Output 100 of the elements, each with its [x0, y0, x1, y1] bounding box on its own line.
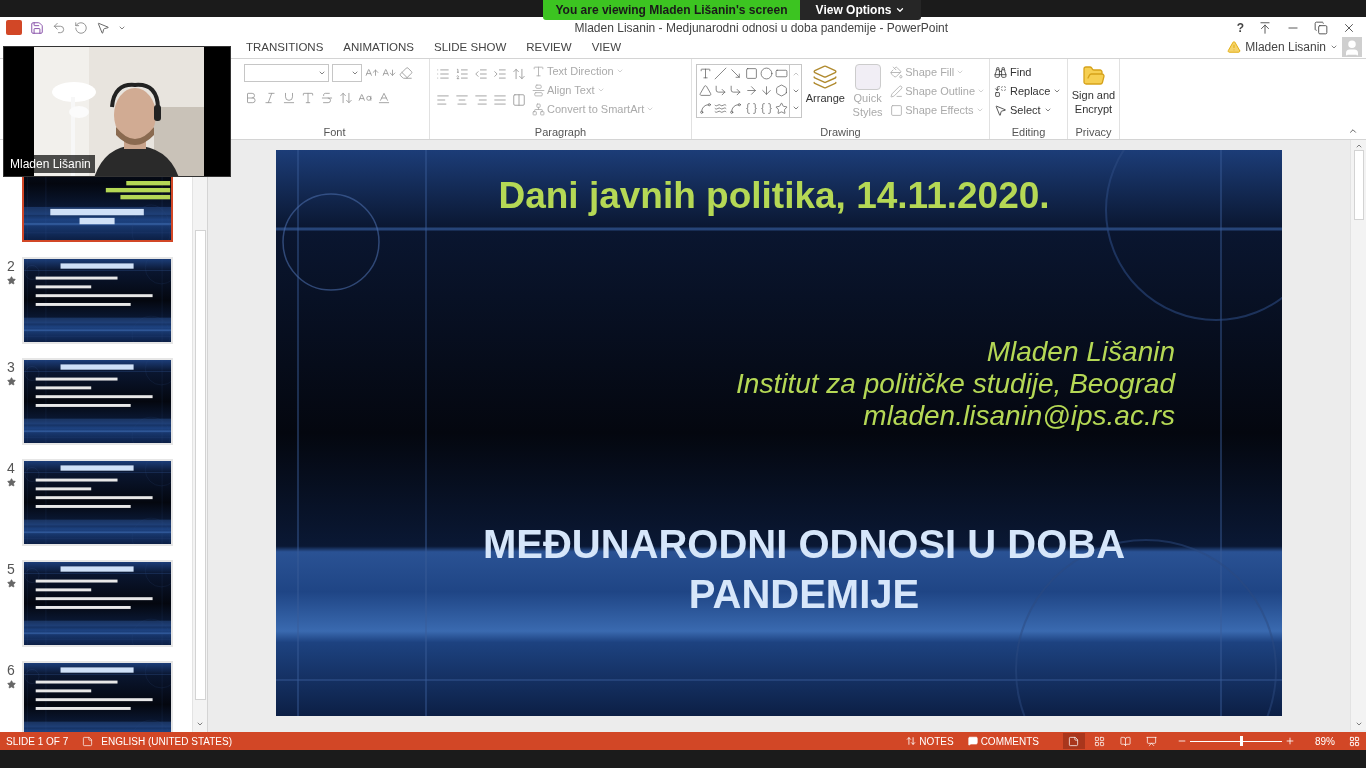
numbering-icon[interactable] [455, 67, 469, 81]
freeform-icon[interactable] [699, 101, 712, 115]
right-arrow-icon[interactable] [744, 84, 758, 98]
help-button[interactable]: ? [1236, 20, 1244, 35]
align-right-icon[interactable] [474, 93, 488, 107]
comments-button[interactable]: COMMENTS [967, 733, 1039, 749]
scroll-down-icon[interactable] [791, 87, 800, 95]
zoom-thumb[interactable] [1239, 736, 1243, 746]
bullets-icon[interactable] [436, 67, 450, 81]
group-label: Editing [1010, 125, 1047, 139]
line-spacing-icon[interactable] [512, 67, 526, 81]
caret-icon [1053, 87, 1062, 95]
ribbon-tab[interactable]: REVIEW [516, 38, 582, 58]
account-name[interactable]: Mladen Lisanin [1245, 38, 1326, 56]
slide-indicator: SLIDE 1 OF 7 [6, 734, 69, 749]
clear-formatting-icon[interactable] [399, 66, 413, 80]
ribbon-command[interactable]: Find [994, 64, 1063, 80]
align-text-icon [532, 83, 545, 97]
elbow-connector-icon[interactable] [714, 84, 728, 98]
slide-number: 6 [7, 662, 15, 678]
view-options-button[interactable]: View Options [800, 0, 921, 20]
braces-icon[interactable] [744, 101, 758, 115]
curve-icon[interactable] [714, 101, 728, 115]
justify-icon[interactable] [493, 93, 507, 107]
shadow-icon[interactable] [301, 91, 315, 105]
elbow-arrow-icon[interactable] [729, 84, 743, 98]
layers-icon [812, 64, 839, 90]
bold-icon[interactable] [244, 91, 258, 105]
binoculars-icon [994, 65, 1007, 79]
caret-icon [318, 69, 326, 77]
scroll-thumb[interactable] [194, 230, 206, 700]
caret-icon [351, 69, 359, 77]
scroll-down-icon[interactable] [1354, 720, 1363, 728]
rounded-rectangle-icon[interactable] [775, 67, 789, 80]
text-box-icon[interactable] [699, 67, 712, 80]
caret-icon [615, 67, 624, 75]
underline-icon[interactable] [282, 91, 296, 105]
increase-indent-icon[interactable] [493, 67, 507, 81]
ribbon-command[interactable]: Replace [994, 83, 1063, 99]
notes-icon [906, 736, 917, 746]
ribbon-tab[interactable]: SLIDE SHOW [424, 38, 517, 58]
arrow-line-icon[interactable] [729, 67, 743, 80]
zoom-slider[interactable] [1190, 736, 1282, 746]
oval-icon[interactable] [759, 67, 773, 80]
font-size-field[interactable] [332, 64, 362, 82]
paint-bucket-icon [890, 65, 904, 79]
slide-number: 3 [7, 359, 15, 375]
star-icon[interactable] [775, 101, 789, 115]
italic-icon[interactable] [263, 91, 277, 105]
language-label[interactable]: ENGLISH (UNITED STATES) [101, 733, 232, 749]
scrollbar[interactable] [192, 177, 207, 732]
fit-slide-icon[interactable] [1349, 735, 1360, 747]
down-arrow-icon[interactable] [759, 84, 773, 98]
braces-icon[interactable] [759, 101, 773, 115]
zoom-in-icon[interactable] [1285, 736, 1295, 746]
video-tile[interactable]: Mladen Lišanin [3, 46, 231, 177]
strikethrough-icon[interactable] [320, 91, 334, 105]
scrollbar[interactable] [1350, 140, 1366, 730]
undo-icon[interactable] [52, 20, 66, 35]
large-ribbon-button[interactable]: Arrange [805, 64, 845, 125]
notes-button[interactable]: NOTES [906, 733, 954, 749]
restore-icon[interactable] [1314, 20, 1328, 35]
group-label: Paragraph [533, 125, 588, 139]
ribbon-display-icon[interactable] [1258, 20, 1272, 35]
rectangle-icon[interactable] [744, 67, 758, 80]
pointer-icon[interactable] [96, 20, 110, 35]
ribbon-command[interactable]: Select [994, 102, 1063, 118]
scroll-thumb[interactable] [1353, 150, 1364, 220]
hexagon-icon[interactable] [775, 84, 789, 98]
caret-icon [596, 86, 605, 94]
caret-icon [977, 87, 985, 95]
decrease-indent-icon[interactable] [474, 67, 488, 81]
author-line: mladen.lisanin@ips.ac.rs [863, 400, 1175, 432]
normal-view-icon[interactable] [1063, 733, 1085, 749]
caret-icon [646, 105, 655, 113]
triangle-icon[interactable] [699, 84, 712, 98]
scroll-down-icon[interactable] [196, 720, 204, 728]
caret-icon [1043, 106, 1052, 114]
sign-and-encrypt-button[interactable]: Sign and Encrypt [1068, 64, 1119, 125]
columns-icon[interactable] [512, 93, 526, 107]
collapse-ribbon-icon[interactable] [1348, 126, 1358, 136]
ribbon-tab[interactable]: TRANSITIONS [236, 38, 334, 58]
center-icon[interactable] [455, 93, 469, 107]
font-name-field[interactable] [244, 64, 329, 82]
ribbon-tab[interactable]: VIEW [581, 38, 631, 58]
line-icon[interactable] [714, 67, 728, 80]
notes-page-icon[interactable] [82, 735, 94, 747]
curve-icon[interactable] [729, 101, 743, 115]
align-left-icon[interactable] [436, 93, 450, 107]
zoom-level[interactable]: 89% [1315, 733, 1335, 749]
scroll-up-icon[interactable] [1354, 142, 1363, 150]
save-icon[interactable] [30, 20, 44, 35]
share-banner: You are viewing Mladen Lišanin's screen [543, 0, 800, 20]
redo-icon[interactable] [74, 20, 88, 35]
font-color-icon[interactable] [377, 91, 391, 105]
ribbon-tab[interactable]: ANIMATIONS [333, 38, 425, 58]
caret-icon [1330, 43, 1338, 51]
window-title: Mladen Lisanin - Medjunarodni odnosi u doba pandemije - PowerPoint [573, 19, 950, 37]
character-spacing-icon[interactable] [339, 91, 353, 105]
shape-gallery[interactable] [696, 64, 802, 118]
